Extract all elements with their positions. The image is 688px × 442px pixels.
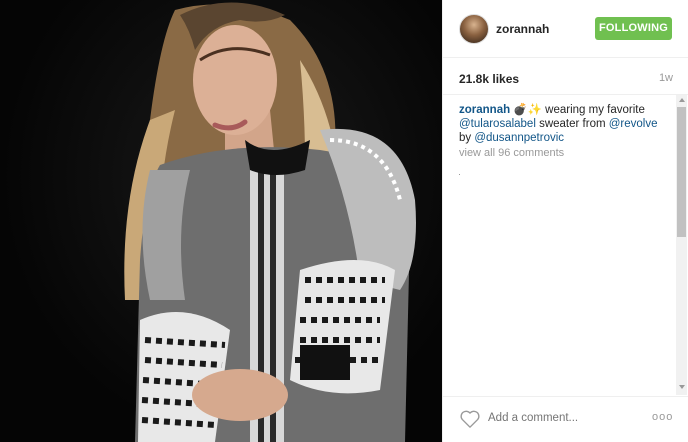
caption-text: wearing my favorite xyxy=(541,104,645,116)
caption-emoji: 💣✨ xyxy=(513,104,542,116)
heart-icon[interactable] xyxy=(459,409,481,429)
divider-dot xyxy=(459,174,460,175)
photo-illustration xyxy=(124,2,416,442)
post-age[interactable]: 1w xyxy=(659,72,673,84)
post-header: zorannah FOLLOWING xyxy=(443,0,688,58)
post-footer: ooo xyxy=(443,396,688,442)
mention-link[interactable]: @dusannpetrovic xyxy=(474,132,564,144)
caption-username[interactable]: zorannah xyxy=(459,104,510,116)
caption-text: by xyxy=(459,132,475,144)
scroll-down-arrow-icon[interactable] xyxy=(679,385,685,389)
caption-text: sweater from xyxy=(535,118,609,130)
view-all-comments-link[interactable]: view all 96 comments xyxy=(459,147,564,159)
following-button[interactable]: FOLLOWING xyxy=(595,17,672,40)
post-photo[interactable] xyxy=(0,0,442,442)
add-comment-input[interactable] xyxy=(488,412,628,424)
more-options-icon[interactable]: ooo xyxy=(652,411,673,423)
likes-row: 21.8k likes 1w xyxy=(459,72,673,88)
mention-link[interactable]: @revolve xyxy=(609,118,658,130)
likes-count[interactable]: 21.8k likes xyxy=(459,72,519,86)
scroll-thumb[interactable] xyxy=(677,107,686,237)
avatar[interactable] xyxy=(459,14,489,44)
post-details-panel: zorannah FOLLOWING 21.8k likes 1w zorann… xyxy=(442,0,688,442)
comments-section: zorannah 💣✨ wearing my favorite @tularos… xyxy=(443,94,688,395)
username-link[interactable]: zorannah xyxy=(496,22,549,36)
caption: zorannah 💣✨ wearing my favorite @tularos… xyxy=(459,103,669,145)
scroll-up-arrow-icon[interactable] xyxy=(679,98,685,102)
comments-scrollbar[interactable] xyxy=(676,95,687,395)
mention-link[interactable]: @tularosalabel xyxy=(459,118,536,130)
